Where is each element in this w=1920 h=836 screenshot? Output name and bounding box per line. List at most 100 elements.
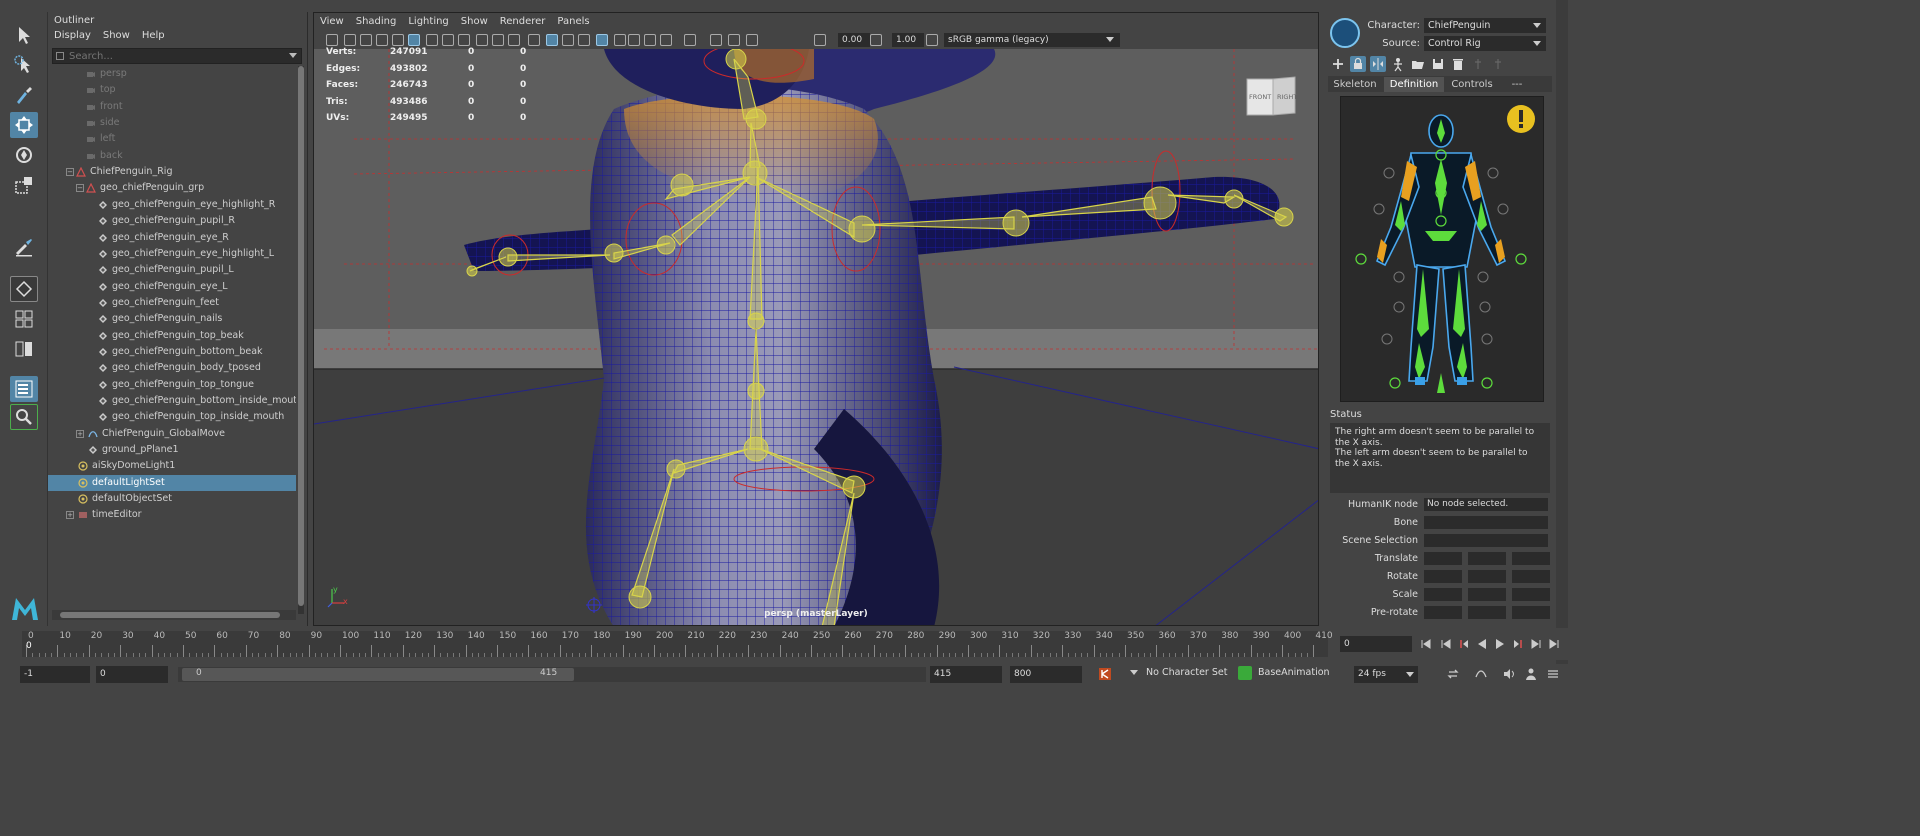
outliner-item[interactable]: geo_chiefPenguin_eye_highlight_R [48, 197, 296, 213]
safe-title-icon[interactable] [508, 34, 520, 46]
ambient-occlusion-icon[interactable] [614, 34, 626, 46]
outliner-item[interactable]: + timeEditor [48, 507, 296, 523]
camera-attributes-icon[interactable] [344, 34, 356, 46]
go-to-start-icon[interactable] [1420, 638, 1432, 650]
xray-components-icon[interactable] [746, 34, 758, 46]
viewcube-right-label[interactable]: RIGHT [1277, 93, 1297, 101]
outliner-item[interactable]: back [48, 148, 296, 164]
scrollbar-thumb[interactable] [298, 66, 304, 606]
gamma-icon[interactable] [870, 34, 882, 46]
paint-select-tool-icon[interactable] [10, 82, 38, 108]
right-side-panel-tabs[interactable] [1556, 0, 1568, 683]
select-tool-icon[interactable] [10, 22, 38, 48]
depth-of-field-icon[interactable] [660, 34, 672, 46]
preferences-icon[interactable] [1546, 667, 1560, 681]
zoom-search-icon[interactable] [10, 404, 38, 430]
play-backwards-icon[interactable] [1476, 638, 1488, 650]
create-icon[interactable] [1330, 56, 1346, 72]
current-time-marker-label[interactable]: 0 [26, 641, 32, 651]
range-slider[interactable]: 0 415 [178, 667, 926, 682]
four-view-icon[interactable] [10, 306, 38, 332]
loop-icon[interactable] [1446, 667, 1460, 681]
property-field[interactable] [1468, 606, 1506, 619]
outliner-item[interactable]: − ChiefPenguin_Rig [48, 164, 296, 180]
delete-icon[interactable] [1450, 56, 1466, 72]
scrollbar-thumb[interactable] [60, 612, 280, 618]
outliner-item[interactable]: side [48, 115, 296, 131]
chevron-down-icon[interactable] [289, 53, 297, 58]
tab-more[interactable]: --- [1504, 77, 1530, 92]
shadows-icon[interactable] [596, 34, 608, 46]
tab-skeleton[interactable]: Skeleton [1330, 77, 1380, 92]
property-field[interactable] [1424, 606, 1462, 619]
film-gate-icon[interactable] [426, 34, 438, 46]
playback-start-field[interactable]: 0 [96, 666, 168, 683]
property-field[interactable] [1512, 606, 1550, 619]
motion-blur-icon[interactable] [628, 34, 640, 46]
property-field[interactable] [1468, 588, 1506, 601]
image-plane-icon[interactable] [376, 34, 388, 46]
property-field[interactable] [1424, 588, 1462, 601]
outliner-item[interactable]: + ChiefPenguin_GlobalMove [48, 426, 296, 442]
outliner-item[interactable]: − geo_chiefPenguin_grp [48, 180, 296, 196]
step-forward-frame-icon[interactable] [1512, 638, 1524, 650]
property-field[interactable] [1512, 552, 1550, 565]
expand-icon[interactable]: + [76, 429, 84, 438]
side-by-side-view-icon[interactable] [10, 336, 38, 362]
property-field[interactable] [1512, 570, 1550, 583]
outliner-item[interactable]: geo_chiefPenguin_feet [48, 295, 296, 311]
outliner-item[interactable]: geo_chiefPenguin_bottom_beak [48, 344, 296, 360]
property-field[interactable] [1424, 552, 1462, 565]
property-field[interactable] [1512, 588, 1550, 601]
open-folder-icon[interactable] [1410, 56, 1426, 72]
chevron-down-icon[interactable] [1130, 670, 1138, 675]
outliner-item[interactable]: geo_chiefPenguin_bottom_inside_mouth [48, 393, 296, 409]
outliner-vertical-scrollbar[interactable] [298, 66, 304, 614]
menu-shading[interactable]: Shading [350, 13, 403, 30]
go-to-end-icon[interactable] [1548, 638, 1560, 650]
menu-show[interactable]: Show [97, 28, 136, 43]
menu-panels[interactable]: Panels [551, 13, 595, 30]
grid-icon[interactable] [408, 34, 420, 46]
bookmark-icon[interactable] [360, 34, 372, 46]
outliner-item[interactable]: geo_chiefPenguin_eye_L [48, 279, 296, 295]
textured-icon[interactable] [562, 34, 574, 46]
collapse-icon[interactable]: − [76, 184, 84, 193]
menu-lighting[interactable]: Lighting [402, 13, 454, 30]
collapse-icon[interactable]: − [66, 168, 74, 177]
outliner-search-input[interactable] [69, 50, 279, 62]
property-field[interactable] [1468, 552, 1506, 565]
outliner-item[interactable]: geo_chiefPenguin_body_tposed [48, 360, 296, 376]
outliner-item[interactable]: aiSkyDomeLight1 [48, 458, 296, 474]
fps-dropdown[interactable]: 24 fps [1354, 666, 1418, 683]
move-tool-icon[interactable] [10, 112, 38, 138]
safe-action-icon[interactable] [492, 34, 504, 46]
lock-icon[interactable] [1350, 56, 1366, 72]
outliner-item[interactable]: geo_chiefPenguin_eye_R [48, 230, 296, 246]
outliner-item[interactable]: defaultLightSet [48, 474, 296, 491]
anim-layer-label[interactable]: BaseAnimation [1258, 667, 1330, 678]
outliner-item[interactable]: defaultObjectSet [48, 491, 296, 507]
outliner-item[interactable]: geo_chiefPenguin_top_tongue [48, 377, 296, 393]
outliner-item[interactable]: geo_chiefPenguin_pupil_L [48, 262, 296, 278]
viewport-panel[interactable]: View Shading Lighting Show Renderer Panels 0.… [313, 12, 1319, 626]
exposure-field[interactable]: 0.00 [838, 33, 870, 47]
auto-key-icon[interactable] [1098, 667, 1112, 681]
wireframe-icon[interactable] [528, 34, 540, 46]
menu-help[interactable]: Help [136, 28, 171, 43]
isolate-select-icon[interactable] [684, 34, 696, 46]
character-dropdown[interactable]: ChiefPenguin [1424, 18, 1546, 33]
playback-end-field[interactable]: 415 [930, 666, 1002, 683]
gamma-field[interactable]: 1.00 [892, 33, 924, 47]
rotate-tool-icon[interactable] [10, 142, 38, 168]
play-forwards-icon[interactable] [1494, 638, 1506, 650]
skeleton-icon[interactable] [1390, 56, 1406, 72]
step-back-key-icon[interactable] [1440, 638, 1452, 650]
outliner-item[interactable]: geo_chiefPenguin_pupil_R [48, 213, 296, 229]
property-field[interactable] [1424, 516, 1548, 529]
tab-controls[interactable]: Controls [1446, 77, 1498, 92]
expand-icon[interactable]: + [66, 511, 74, 520]
exposure-icon[interactable] [814, 34, 826, 46]
viewcube-front-label[interactable]: FRONT [1249, 93, 1271, 101]
property-field[interactable] [1468, 570, 1506, 583]
